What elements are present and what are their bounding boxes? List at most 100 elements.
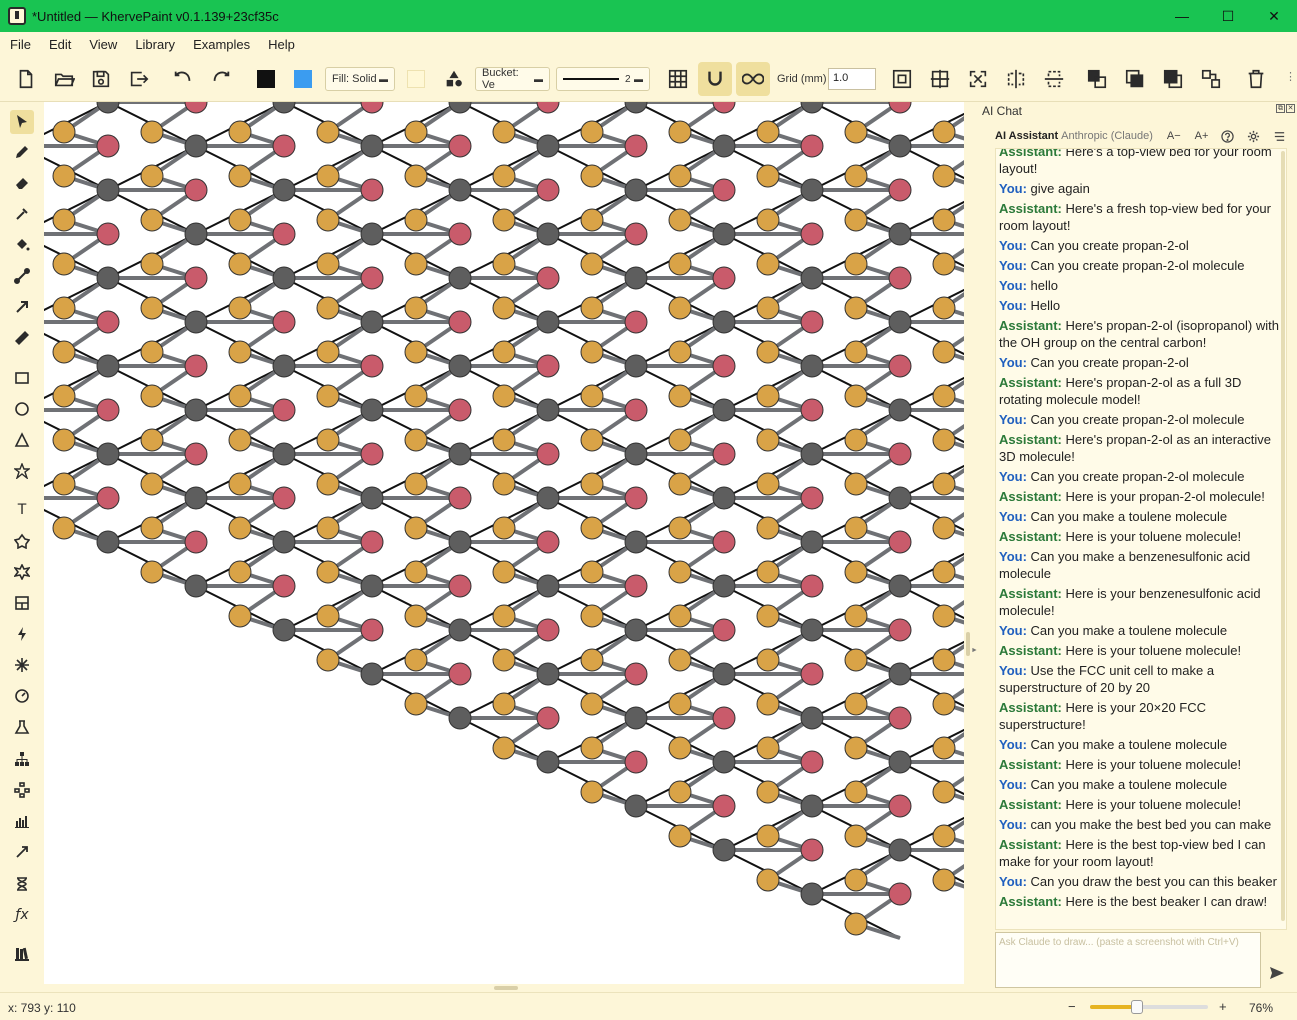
red-atom[interactable] <box>360 102 384 114</box>
menu-library[interactable]: Library <box>135 37 175 52</box>
magnet-snap-icon[interactable] <box>698 62 732 96</box>
gold-atom[interactable] <box>52 472 76 496</box>
red-atom[interactable] <box>184 442 208 466</box>
gold-atom[interactable] <box>140 252 164 276</box>
red-atom[interactable] <box>888 530 912 554</box>
gold-atom[interactable] <box>844 296 868 320</box>
red-atom[interactable] <box>272 134 296 158</box>
zoom-out-button[interactable]: − <box>1068 999 1076 1014</box>
gold-atom[interactable] <box>404 164 428 188</box>
grey-atom[interactable] <box>272 442 296 466</box>
red-atom[interactable] <box>360 618 384 642</box>
red-atom[interactable] <box>96 134 120 158</box>
gold-atom[interactable] <box>844 912 868 936</box>
grey-atom[interactable] <box>536 310 560 334</box>
gold-atom[interactable] <box>52 120 76 144</box>
grey-atom[interactable] <box>96 530 120 554</box>
gold-atom[interactable] <box>844 120 868 144</box>
red-atom[interactable] <box>624 750 648 774</box>
grey-atom[interactable] <box>624 706 648 730</box>
gold-atom[interactable] <box>932 296 956 320</box>
grey-atom[interactable] <box>272 102 296 114</box>
gold-atom[interactable] <box>756 692 780 716</box>
red-atom[interactable] <box>888 354 912 378</box>
red-atom[interactable] <box>712 354 736 378</box>
gold-atom[interactable] <box>140 516 164 540</box>
grey-atom[interactable] <box>536 486 560 510</box>
gold-atom[interactable] <box>140 428 164 452</box>
grid-size-input[interactable]: 1.0 <box>828 68 876 90</box>
grey-atom[interactable] <box>888 486 912 510</box>
gold-atom[interactable] <box>492 472 516 496</box>
grey-atom[interactable] <box>272 266 296 290</box>
gold-atom[interactable] <box>492 164 516 188</box>
gold-atom[interactable] <box>932 824 956 848</box>
gold-atom[interactable] <box>668 604 692 628</box>
gold-atom[interactable] <box>580 736 604 760</box>
red-atom[interactable] <box>536 530 560 554</box>
line-width-select[interactable]: 2 ▬ <box>556 67 650 91</box>
gold-atom[interactable] <box>316 516 340 540</box>
gold-atom[interactable] <box>492 120 516 144</box>
fill-style-select[interactable]: Fill: Solid ▬ <box>325 67 395 91</box>
chat-input[interactable]: Ask Claude to draw... (paste a screensho… <box>995 932 1261 988</box>
red-atom[interactable] <box>536 102 560 114</box>
grey-atom[interactable] <box>96 102 120 114</box>
gold-atom[interactable] <box>492 384 516 408</box>
flip-vertical-icon[interactable] <box>1041 66 1067 92</box>
grey-atom[interactable] <box>272 530 296 554</box>
close-button[interactable]: ✕ <box>1251 0 1297 32</box>
gold-atom[interactable] <box>404 340 428 364</box>
gold-atom[interactable] <box>140 208 164 232</box>
gold-atom[interactable] <box>932 736 956 760</box>
fit-frame-icon[interactable] <box>889 66 915 92</box>
gold-atom[interactable] <box>580 472 604 496</box>
gold-atom[interactable] <box>404 120 428 144</box>
red-atom[interactable] <box>536 618 560 642</box>
zoom-slider-knob[interactable] <box>1131 1000 1144 1014</box>
grey-atom[interactable] <box>624 266 648 290</box>
gold-atom[interactable] <box>668 252 692 276</box>
grey-atom[interactable] <box>888 222 912 246</box>
gold-atom[interactable] <box>844 472 868 496</box>
grey-atom[interactable] <box>448 354 472 378</box>
gold-atom[interactable] <box>844 560 868 584</box>
settings-gear-icon[interactable] <box>1246 129 1260 143</box>
gold-atom[interactable] <box>492 208 516 232</box>
grey-atom[interactable] <box>800 266 824 290</box>
line-tool-icon[interactable] <box>10 264 34 288</box>
red-atom[interactable] <box>712 178 736 202</box>
arrow-tool-icon[interactable] <box>10 295 34 319</box>
grey-atom[interactable] <box>800 618 824 642</box>
gold-atom[interactable] <box>580 516 604 540</box>
grey-atom[interactable] <box>184 134 208 158</box>
gold-atom[interactable] <box>228 252 252 276</box>
gold-atom[interactable] <box>756 516 780 540</box>
gold-atom[interactable] <box>228 428 252 452</box>
gold-atom[interactable] <box>492 604 516 628</box>
gold-atom[interactable] <box>844 824 868 848</box>
gold-atom[interactable] <box>756 208 780 232</box>
grey-atom[interactable] <box>536 134 560 158</box>
red-atom[interactable] <box>448 662 472 686</box>
grey-atom[interactable] <box>536 750 560 774</box>
red-atom[interactable] <box>184 102 208 114</box>
gold-atom[interactable] <box>668 516 692 540</box>
gold-atom[interactable] <box>668 472 692 496</box>
select-tool-icon[interactable] <box>10 110 34 134</box>
zoom-slider[interactable] <box>1090 1000 1208 1014</box>
library-books-icon[interactable] <box>10 942 34 966</box>
gold-atom[interactable] <box>52 164 76 188</box>
gold-atom[interactable] <box>844 516 868 540</box>
gold-atom[interactable] <box>228 560 252 584</box>
gold-atom[interactable] <box>404 252 428 276</box>
grey-atom[interactable] <box>800 178 824 202</box>
gold-atom[interactable] <box>316 208 340 232</box>
export-icon[interactable] <box>126 66 152 92</box>
gold-atom[interactable] <box>668 692 692 716</box>
fill-color-swatch[interactable] <box>294 70 312 88</box>
gold-atom[interactable] <box>932 208 956 232</box>
red-atom[interactable] <box>360 266 384 290</box>
gold-atom[interactable] <box>756 384 780 408</box>
gold-atom[interactable] <box>580 560 604 584</box>
